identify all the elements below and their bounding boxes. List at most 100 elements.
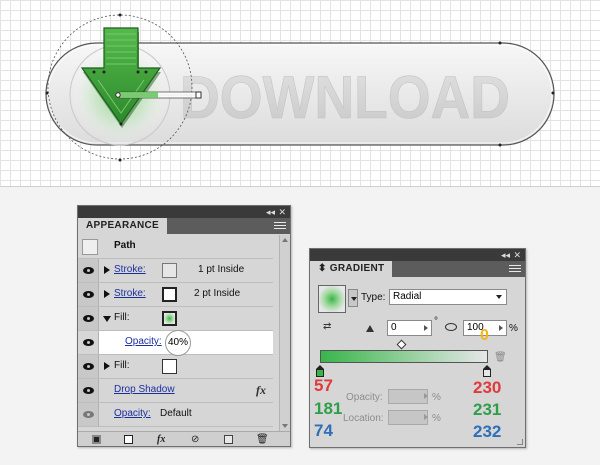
- path-thumbnail: [82, 239, 98, 255]
- location-menu-icon: [424, 414, 428, 420]
- chevron-down-icon: [496, 295, 502, 299]
- midpoint-diamond[interactable]: [396, 339, 407, 350]
- left-stop-red: 57: [314, 376, 333, 395]
- tab-bar: APPEARANCE: [78, 218, 290, 234]
- aspect-ratio-icon: [445, 323, 457, 331]
- appearance-panel: ◂◂ ✕ APPEARANCE Path Stroke: 1 pt Inside…: [77, 205, 291, 447]
- fill-row-expanded[interactable]: Fill:: [78, 307, 273, 331]
- reverse-gradient-icon[interactable]: ⇄: [323, 322, 331, 332]
- artwork: DOWNLOAD: [45, 13, 555, 162]
- fx-icon[interactable]: fx: [256, 383, 266, 398]
- angle-value: 0: [391, 322, 397, 333]
- close-panel-icon[interactable]: ✕: [513, 249, 521, 261]
- scrollbar[interactable]: [279, 235, 290, 431]
- visibility-toggle[interactable]: [78, 355, 99, 378]
- appearance-footer: fx ⊘ 🗑: [78, 431, 290, 446]
- left-stop-blue: 74: [314, 421, 333, 440]
- visibility-toggle[interactable]: [78, 283, 99, 306]
- new-fill-icon[interactable]: [124, 435, 133, 444]
- panel-menu-icon[interactable]: [509, 263, 521, 273]
- expand-triangle-icon[interactable]: [104, 290, 110, 298]
- opacity-input: [388, 389, 428, 404]
- stroke-link[interactable]: Stroke:: [114, 264, 146, 275]
- drop-shadow-link[interactable]: Drop Shadow: [114, 384, 175, 395]
- gradient-preset-dropdown[interactable]: [348, 289, 358, 307]
- fill-swatch[interactable]: [162, 311, 177, 326]
- annotation-zero: 0: [480, 327, 489, 344]
- panel-titlebar[interactable]: ◂◂ ✕: [78, 206, 290, 218]
- gradient-ramp[interactable]: [320, 350, 488, 363]
- new-stroke-icon[interactable]: [92, 435, 101, 444]
- right-stop-red: 230: [473, 378, 502, 397]
- tab-bar: ⬍ GRADIENT: [310, 261, 525, 277]
- opacity-link[interactable]: Opacity:: [125, 336, 162, 347]
- eye-icon: [83, 291, 94, 298]
- drop-shadow-row[interactable]: Drop Shadow fx: [78, 379, 273, 403]
- resize-grip-icon[interactable]: [517, 439, 523, 445]
- type-select[interactable]: Radial: [389, 289, 507, 305]
- fill-swatch[interactable]: [162, 359, 177, 374]
- opacity-link[interactable]: Opacity:: [114, 408, 151, 419]
- left-stop-green: 181: [314, 399, 343, 418]
- panel-menu-icon[interactable]: [274, 220, 286, 230]
- visibility-toggle[interactable]: [78, 331, 99, 354]
- stroke-value: 2 pt Inside: [194, 288, 241, 299]
- duplicate-item-icon[interactable]: [224, 435, 233, 444]
- eye-icon: [83, 387, 94, 394]
- angle-input[interactable]: 0: [387, 320, 432, 336]
- right-stop-blue: 232: [473, 422, 502, 441]
- stroke-swatch[interactable]: [162, 287, 177, 302]
- stroke-swatch[interactable]: [162, 263, 177, 278]
- stroke-value: 1 pt Inside: [198, 264, 245, 275]
- path-label: Path: [114, 240, 136, 251]
- panel-titlebar[interactable]: ◂◂ ✕: [310, 249, 525, 261]
- gradient-preview-swatch[interactable]: [318, 285, 346, 313]
- stroke-row-1[interactable]: Stroke: 1 pt Inside: [78, 259, 273, 283]
- eye-icon: [83, 267, 94, 274]
- tab-appearance[interactable]: APPEARANCE: [78, 218, 168, 234]
- tab-gradient-arrows: ⬍: [318, 263, 330, 274]
- visibility-toggle[interactable]: [78, 307, 99, 330]
- visibility-toggle[interactable]: [78, 379, 99, 402]
- scroll-up-icon[interactable]: [282, 238, 288, 242]
- angle-menu-icon[interactable]: [424, 325, 428, 331]
- delete-stop-icon[interactable]: 🗑: [494, 352, 507, 363]
- angle-icon: [366, 325, 374, 332]
- button-text: DOWNLOAD: [180, 64, 510, 131]
- percent-symbol: %: [509, 323, 518, 334]
- fill-opacity-row[interactable]: Opacity: 40%: [78, 330, 273, 356]
- expand-triangle-icon[interactable]: [104, 266, 110, 274]
- fill-row-2[interactable]: Fill:: [78, 355, 273, 379]
- fill-label: Fill:: [114, 312, 130, 323]
- close-panel-icon[interactable]: ✕: [278, 206, 286, 218]
- add-effect-icon[interactable]: fx: [157, 434, 165, 445]
- eye-icon: [83, 363, 94, 370]
- color-stop-right[interactable]: [482, 365, 492, 377]
- collapse-icon[interactable]: ◂◂: [266, 206, 275, 218]
- scroll-down-icon[interactable]: [282, 424, 288, 428]
- collapse-triangle-icon[interactable]: [103, 316, 111, 322]
- expand-triangle-icon[interactable]: [104, 362, 110, 370]
- stroke-row-2[interactable]: Stroke: 2 pt Inside: [78, 283, 273, 307]
- visibility-toggle[interactable]: [78, 259, 99, 282]
- opacity-value: Default: [160, 408, 192, 419]
- opacity-value-callout: 40%: [165, 330, 191, 356]
- type-label: Type:: [361, 292, 386, 303]
- artboard-canvas[interactable]: DOWNLOAD: [0, 0, 600, 187]
- eye-icon: [83, 411, 94, 418]
- eye-icon: [83, 315, 94, 322]
- location-input: [388, 410, 428, 425]
- delete-item-icon[interactable]: 🗑: [256, 434, 269, 445]
- fill-label: Fill:: [114, 360, 130, 371]
- tab-gradient[interactable]: ⬍ GRADIENT: [310, 261, 393, 277]
- visibility-toggle[interactable]: [78, 403, 99, 426]
- opacity-percent: %: [432, 392, 441, 403]
- opacity-label: Opacity:: [346, 392, 383, 403]
- stroke-link[interactable]: Stroke:: [114, 288, 146, 299]
- aspect-menu-icon[interactable]: [499, 325, 503, 331]
- appearance-header-row[interactable]: Path: [78, 235, 273, 259]
- clear-appearance-icon[interactable]: ⊘: [191, 434, 199, 445]
- collapse-icon[interactable]: ◂◂: [501, 249, 510, 261]
- location-label: Location:: [343, 413, 384, 424]
- object-opacity-row[interactable]: Opacity: Default: [78, 403, 273, 427]
